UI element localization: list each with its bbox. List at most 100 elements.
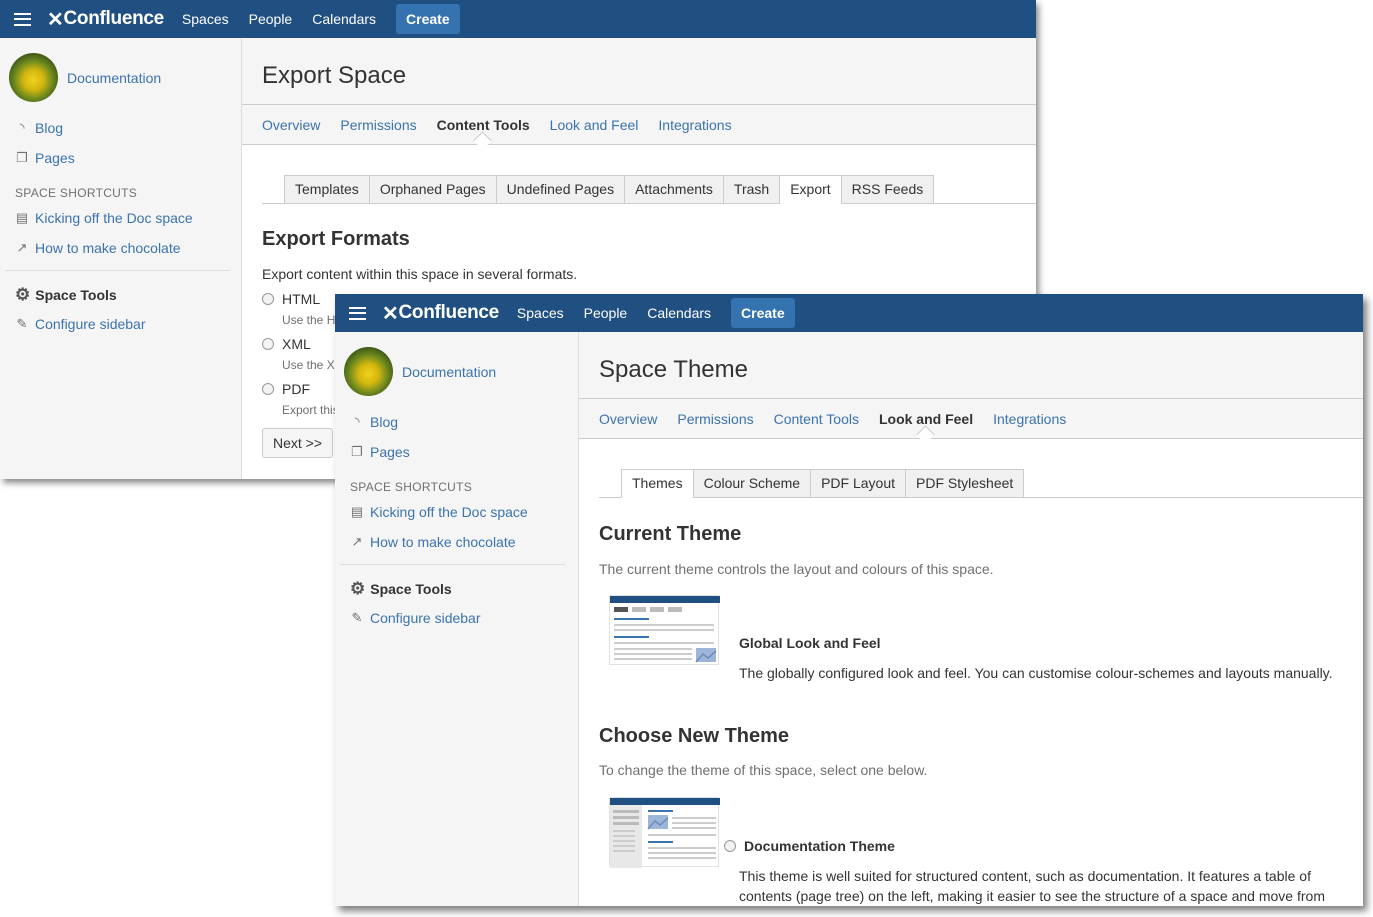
global-theme-name: Global Look and Feel bbox=[739, 635, 881, 651]
current-theme-heading: Current Theme bbox=[599, 523, 742, 545]
choose-theme-description: To change the theme of this space, selec… bbox=[599, 762, 928, 778]
look-and-feel-subtabs: Themes Colour Scheme PDF Layout PDF Styl… bbox=[599, 468, 1363, 498]
tab-overview[interactable]: Overview bbox=[262, 117, 320, 133]
global-theme-thumbnail bbox=[609, 595, 720, 665]
subtab-templates[interactable]: Templates bbox=[284, 175, 370, 203]
confluence-x-icon: ✕ bbox=[382, 302, 399, 325]
confluence-x-icon: ✕ bbox=[47, 8, 64, 31]
confluence-logo[interactable]: ✕ Confluence bbox=[47, 7, 164, 32]
page-header: Space Theme bbox=[579, 332, 1363, 399]
format-xml-option[interactable]: XML bbox=[262, 336, 311, 352]
subtab-undefined-pages[interactable]: Undefined Pages bbox=[495, 175, 626, 203]
tab-content-tools[interactable]: Content Tools bbox=[774, 411, 859, 427]
shortcut-kicking-off[interactable]: ▤ Kicking off the Doc space bbox=[350, 504, 528, 520]
menu-icon[interactable] bbox=[14, 12, 31, 26]
page-title: Export Space bbox=[262, 62, 407, 89]
create-button[interactable]: Create bbox=[731, 298, 795, 328]
nav-calendars[interactable]: Calendars bbox=[302, 11, 386, 27]
shortcut-chocolate[interactable]: ↗ How to make chocolate bbox=[15, 240, 181, 256]
choose-theme-heading: Choose New Theme bbox=[599, 725, 790, 747]
space-name-link[interactable]: Documentation bbox=[67, 70, 161, 86]
tab-integrations[interactable]: Integrations bbox=[658, 117, 731, 133]
nav-spaces[interactable]: Spaces bbox=[507, 305, 574, 321]
top-navigation-bar: ✕ Confluence Spaces People Calendars Crea… bbox=[335, 294, 1363, 332]
top-navigation-bar: ✕ Confluence Spaces People Calendars Crea… bbox=[0, 0, 1036, 38]
global-theme-preview-graphic bbox=[610, 596, 720, 663]
pdf-radio[interactable] bbox=[262, 383, 274, 395]
nav-people[interactable]: People bbox=[239, 11, 303, 27]
tab-permissions[interactable]: Permissions bbox=[677, 411, 753, 427]
documentation-theme-name: Documentation Theme bbox=[744, 838, 895, 854]
documentation-theme-thumbnail bbox=[609, 797, 720, 868]
menu-icon[interactable] bbox=[349, 306, 366, 320]
nav-people[interactable]: People bbox=[574, 305, 638, 321]
current-theme-description: The current theme controls the layout an… bbox=[599, 561, 994, 577]
nav-calendars[interactable]: Calendars bbox=[637, 305, 721, 321]
space-shortcuts-heading: SPACE SHORTCUTS bbox=[350, 480, 473, 494]
sidebar-item-blog[interactable]: ◝ Blog bbox=[350, 414, 398, 430]
tab-look-and-feel[interactable]: Look and Feel bbox=[550, 117, 639, 133]
subtab-attachments[interactable]: Attachments bbox=[624, 175, 724, 203]
space-avatar[interactable] bbox=[344, 347, 393, 396]
space-tools-menu[interactable]: ⚙ Space Tools bbox=[350, 579, 452, 599]
pages-icon: ❐ bbox=[351, 444, 363, 459]
pencil-icon: ✎ bbox=[16, 316, 28, 331]
gear-icon: ⚙ bbox=[15, 285, 31, 304]
tab-permissions[interactable]: Permissions bbox=[340, 117, 416, 133]
pencil-icon: ✎ bbox=[351, 610, 363, 625]
sidebar-item-pages[interactable]: ❐ Pages bbox=[15, 150, 75, 166]
tab-look-and-feel[interactable]: Look and Feel bbox=[879, 411, 973, 427]
shortcut-kicking-off[interactable]: ▤ Kicking off the Doc space bbox=[15, 210, 193, 226]
nav-spaces[interactable]: Spaces bbox=[172, 11, 239, 27]
confluence-logo[interactable]: ✕ Confluence bbox=[382, 301, 499, 326]
create-button[interactable]: Create bbox=[396, 4, 460, 34]
space-sidebar: Documentation ◝ Blog ❐ Pages SPACE SHORTCU… bbox=[335, 332, 579, 906]
external-link-icon: ↗ bbox=[351, 534, 363, 549]
shortcut-chocolate[interactable]: ↗ How to make chocolate bbox=[350, 534, 516, 550]
space-avatar[interactable] bbox=[9, 53, 58, 102]
export-description: Export content within this space in seve… bbox=[262, 266, 578, 282]
configure-sidebar-link[interactable]: ✎ Configure sidebar bbox=[15, 316, 146, 332]
page-title: Space Theme bbox=[599, 356, 748, 383]
sidebar-item-pages[interactable]: ❐ Pages bbox=[350, 444, 410, 460]
configure-sidebar-link[interactable]: ✎ Configure sidebar bbox=[350, 610, 481, 626]
next-button[interactable]: Next >> bbox=[262, 428, 334, 458]
xml-desc: Use the X bbox=[282, 358, 335, 372]
rss-icon: ◝ bbox=[19, 120, 25, 135]
content-tools-subtabs: Templates Orphaned Pages Undefined Pages… bbox=[262, 174, 1036, 204]
external-link-icon: ↗ bbox=[16, 240, 28, 255]
space-theme-window: ✕ Confluence Spaces People Calendars Crea… bbox=[335, 294, 1363, 906]
html-desc: Use the H bbox=[282, 313, 336, 327]
subtab-export[interactable]: Export bbox=[779, 175, 842, 204]
documentation-theme-preview-graphic bbox=[610, 798, 720, 868]
tab-content-tools[interactable]: Content Tools bbox=[437, 117, 530, 133]
xml-radio[interactable] bbox=[262, 338, 274, 350]
global-theme-description: The globally configured look and feel. Y… bbox=[739, 665, 1333, 681]
space-admin-tabs: Overview Permissions Content Tools Look … bbox=[242, 105, 1036, 145]
main-content: Space Theme Overview Permissions Content… bbox=[579, 332, 1363, 906]
subtab-trash[interactable]: Trash bbox=[722, 175, 781, 203]
subtab-themes[interactable]: Themes bbox=[621, 469, 694, 498]
format-pdf-option[interactable]: PDF bbox=[262, 381, 310, 397]
html-radio[interactable] bbox=[262, 293, 274, 305]
pages-icon: ❐ bbox=[16, 150, 28, 165]
subtab-pdf-layout[interactable]: PDF Layout bbox=[810, 469, 907, 497]
export-formats-heading: Export Formats bbox=[262, 228, 410, 250]
space-sidebar: Documentation ◝ Blog ❐ Pages SPACE SHORTCU… bbox=[0, 38, 242, 479]
space-name-link[interactable]: Documentation bbox=[402, 364, 496, 380]
subtab-rss-feeds[interactable]: RSS Feeds bbox=[840, 175, 935, 203]
sidebar-divider bbox=[5, 270, 230, 271]
subtab-colour-scheme[interactable]: Colour Scheme bbox=[692, 469, 812, 497]
tab-overview[interactable]: Overview bbox=[599, 411, 657, 427]
documentation-theme-radio[interactable] bbox=[724, 840, 736, 852]
documentation-theme-option[interactable]: Documentation Theme bbox=[724, 838, 895, 854]
space-admin-tabs: Overview Permissions Content Tools Look … bbox=[579, 399, 1363, 439]
space-tools-menu[interactable]: ⚙ Space Tools bbox=[15, 285, 117, 305]
subtab-pdf-stylesheet[interactable]: PDF Stylesheet bbox=[905, 469, 1025, 497]
space-shortcuts-heading: SPACE SHORTCUTS bbox=[15, 186, 138, 200]
subtab-orphaned-pages[interactable]: Orphaned Pages bbox=[368, 175, 497, 203]
documentation-theme-description: This theme is well suited for structured… bbox=[739, 868, 1325, 904]
sidebar-item-blog[interactable]: ◝ Blog bbox=[15, 120, 63, 136]
tab-integrations[interactable]: Integrations bbox=[993, 411, 1066, 427]
format-html-option[interactable]: HTML bbox=[262, 291, 320, 307]
